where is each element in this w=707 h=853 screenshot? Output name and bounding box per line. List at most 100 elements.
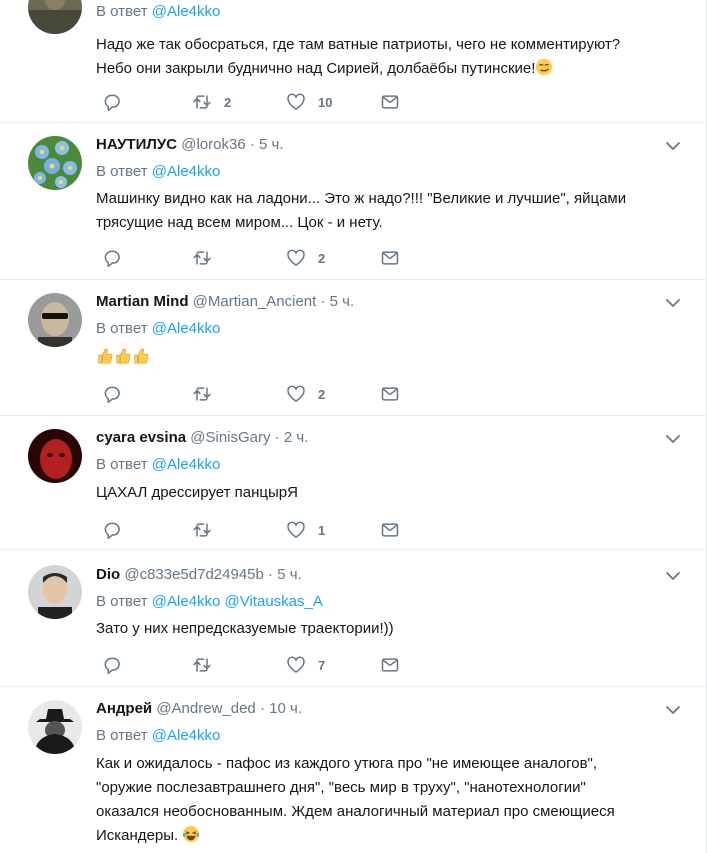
tweet-1[interactable]: НАУТИЛУС @lorok36 · 5 ч. В ответ @Ale4kk… bbox=[0, 123, 707, 280]
reply-feed: В ответ @Ale4kko Надо же так обосраться,… bbox=[0, 0, 707, 853]
timestamp[interactable]: 5 ч. bbox=[277, 566, 302, 583]
reply-context: В ответ @Ale4kko @Vitauskas_A bbox=[96, 592, 323, 612]
mention-link[interactable]: @Ale4kko bbox=[152, 727, 221, 744]
tweet-text: ЦАХАЛ дрессирует панцырЯ bbox=[96, 481, 686, 505]
timestamp[interactable]: 10 ч. bbox=[269, 700, 302, 717]
like-button[interactable]: 2 bbox=[286, 248, 325, 268]
like-button[interactable]: 2 bbox=[286, 384, 325, 404]
reply-prefix: В ответ bbox=[96, 320, 148, 337]
user-handle[interactable]: @Andrew_ded bbox=[156, 700, 255, 717]
reply-context: В ответ @Ale4kko bbox=[96, 2, 220, 22]
tweet-header: cyara evsina @SinisGary · 2 ч. bbox=[96, 428, 308, 448]
display-name[interactable]: Martian Mind bbox=[96, 293, 189, 310]
action-bar: 7 bbox=[96, 655, 416, 675]
reply-button[interactable] bbox=[102, 384, 122, 404]
like-count: 10 bbox=[318, 94, 333, 110]
reply-icon bbox=[104, 94, 120, 112]
retweet-button[interactable] bbox=[192, 655, 212, 675]
smirk-emoji bbox=[536, 58, 553, 76]
reply-button[interactable] bbox=[102, 655, 122, 675]
reply-context: В ответ @Ale4kko bbox=[96, 455, 220, 475]
user-handle[interactable]: @c833e5d7d24945b bbox=[124, 566, 264, 583]
avatar[interactable] bbox=[28, 429, 82, 483]
avatar[interactable] bbox=[28, 0, 82, 34]
tweet-line: Машинку видно как на ладони... Это ж над… bbox=[96, 190, 627, 207]
timestamp[interactable]: 5 ч. bbox=[259, 136, 284, 153]
timestamp[interactable]: 5 ч. bbox=[330, 293, 355, 310]
avatar[interactable] bbox=[28, 293, 82, 347]
chevron-down-icon[interactable] bbox=[665, 295, 681, 311]
mention-link[interactable]: @Vitauskas_A bbox=[225, 593, 323, 610]
like-button[interactable]: 7 bbox=[286, 655, 325, 675]
reply-prefix: В ответ bbox=[96, 3, 148, 20]
tweet-4[interactable]: Dio @c833e5d7d24945b · 5 ч. В ответ @Ale… bbox=[0, 550, 707, 687]
forget-me-not-flowers-avatar bbox=[28, 136, 82, 190]
chevron-down-icon[interactable] bbox=[665, 138, 681, 154]
dm-button[interactable] bbox=[380, 384, 400, 404]
mention-link[interactable]: @Ale4kko bbox=[152, 3, 221, 20]
avatar[interactable] bbox=[28, 136, 82, 190]
user-handle[interactable]: @lorok36 bbox=[181, 136, 245, 153]
like-count: 1 bbox=[318, 522, 326, 538]
separator-dot: · bbox=[320, 293, 326, 310]
avatar[interactable] bbox=[28, 565, 82, 619]
reply-button[interactable] bbox=[102, 248, 122, 268]
reply-icon bbox=[104, 386, 120, 404]
thumbs-up-icon bbox=[134, 348, 149, 364]
display-name[interactable]: Dio bbox=[96, 566, 120, 583]
reply-prefix: В ответ bbox=[96, 727, 148, 744]
tweet-line: Зато у них непредсказуемые траектории!)) bbox=[96, 620, 394, 637]
retweet-count: 2 bbox=[224, 94, 232, 110]
display-name[interactable]: Андрей bbox=[96, 700, 152, 717]
display-name[interactable]: НАУТИЛУС bbox=[96, 136, 177, 153]
mention-link[interactable]: @Ale4kko bbox=[152, 456, 221, 473]
display-name[interactable]: cyara evsina bbox=[96, 429, 186, 446]
tweet-text: Машинку видно как на ладони... Это ж над… bbox=[96, 187, 686, 235]
user-handle[interactable]: @SinisGary bbox=[190, 429, 270, 446]
tweet-header: НАУТИЛУС @lorok36 · 5 ч. bbox=[96, 135, 284, 155]
chevron-down-icon[interactable] bbox=[665, 568, 681, 584]
tweet-5[interactable]: Андрей @Andrew_ded · 10 ч. В ответ @Ale4… bbox=[0, 687, 707, 853]
tweet-0[interactable]: В ответ @Ale4kko Надо же так обосраться,… bbox=[0, 0, 707, 123]
like-button[interactable]: 1 bbox=[286, 520, 325, 540]
reply-button[interactable] bbox=[102, 92, 122, 112]
user-handle[interactable]: @Martian_Ancient bbox=[193, 293, 317, 310]
heart-icon bbox=[287, 249, 305, 266]
tweet-text: Зато у них непредсказуемые траектории!)) bbox=[96, 617, 686, 641]
heart-icon bbox=[287, 93, 305, 110]
chevron-down-icon[interactable] bbox=[665, 702, 681, 718]
mention-link[interactable]: @Ale4kko bbox=[152, 320, 221, 337]
envelope-icon bbox=[381, 95, 399, 109]
dm-button[interactable] bbox=[380, 248, 400, 268]
envelope-icon bbox=[381, 387, 399, 401]
retweet-button[interactable] bbox=[192, 520, 212, 540]
tweet-3[interactable]: cyara evsina @SinisGary · 2 ч. В ответ @… bbox=[0, 416, 707, 550]
reply-icon bbox=[104, 657, 120, 675]
retweet-button[interactable]: 2 bbox=[192, 92, 231, 112]
separator-dot: · bbox=[274, 429, 280, 446]
avatar[interactable] bbox=[28, 700, 82, 754]
mention-link[interactable]: @Ale4kko bbox=[152, 163, 221, 180]
thumbs-up-icon bbox=[116, 348, 131, 364]
heart-icon bbox=[287, 385, 305, 402]
chevron-down-icon[interactable] bbox=[665, 431, 681, 447]
dm-button[interactable] bbox=[380, 520, 400, 540]
thumbs-up-emoji-x3 bbox=[96, 346, 686, 368]
tweet-text: Надо же так обосраться, где там ватные п… bbox=[96, 33, 686, 81]
thumbs-up-icon bbox=[98, 348, 113, 364]
retweet-button[interactable] bbox=[192, 384, 212, 404]
reply-button[interactable] bbox=[102, 520, 122, 540]
reply-prefix: В ответ bbox=[96, 593, 148, 610]
tweet-2[interactable]: Martian Mind @Martian_Ancient · 5 ч. В о… bbox=[0, 280, 707, 416]
like-button[interactable]: 10 bbox=[286, 92, 332, 112]
tweet-line: "оружие послезавтрашнего дня", "весь мир… bbox=[96, 779, 586, 796]
tweet-header: Dio @c833e5d7d24945b · 5 ч. bbox=[96, 565, 302, 585]
red-face-avatar bbox=[28, 429, 82, 483]
dm-button[interactable] bbox=[380, 655, 400, 675]
retweet-icon bbox=[193, 251, 211, 265]
retweet-icon bbox=[193, 387, 211, 401]
mention-link[interactable]: @Ale4kko bbox=[152, 593, 221, 610]
dm-button[interactable] bbox=[380, 92, 400, 112]
timestamp[interactable]: 2 ч. bbox=[284, 429, 309, 446]
retweet-button[interactable] bbox=[192, 248, 212, 268]
